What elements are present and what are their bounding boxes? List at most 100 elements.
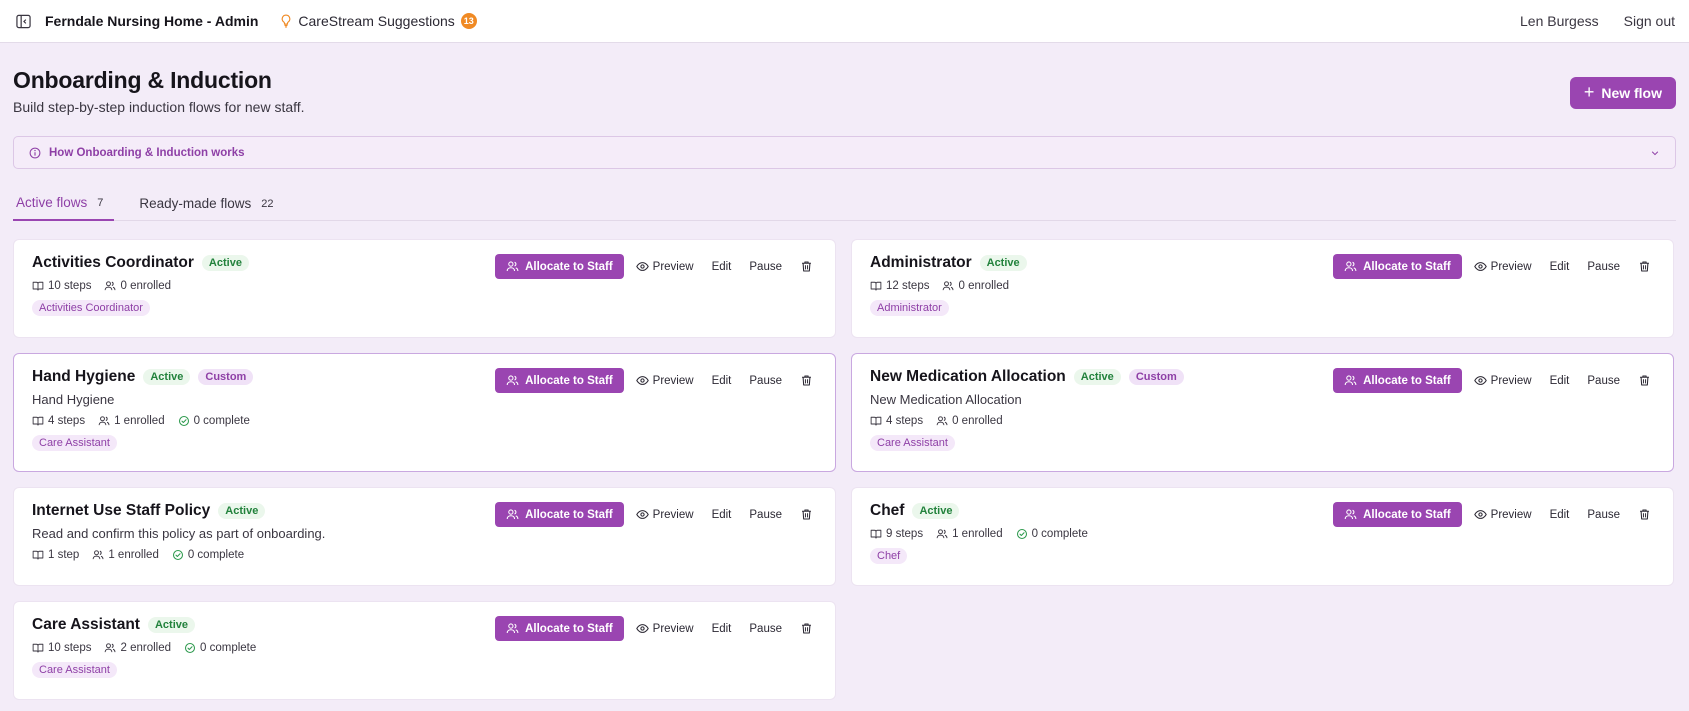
pause-button[interactable]: Pause: [1587, 375, 1620, 387]
edit-button[interactable]: Edit: [712, 375, 732, 387]
steps-count: 4 steps: [32, 415, 85, 427]
preview-button[interactable]: Preview: [1474, 508, 1532, 521]
book-icon: [870, 280, 882, 292]
sign-out-link[interactable]: Sign out: [1624, 13, 1675, 29]
user-name: Len Burgess: [1520, 13, 1599, 29]
edit-button[interactable]: Edit: [712, 509, 732, 521]
suggestions-count-badge: 13: [460, 13, 477, 29]
edit-button[interactable]: Edit: [712, 623, 732, 635]
pause-button[interactable]: Pause: [1587, 261, 1620, 273]
check-circle-icon: [172, 549, 184, 561]
users-icon: [1344, 260, 1357, 273]
steps-count: 12 steps: [870, 280, 929, 292]
custom-badge: Custom: [198, 369, 254, 385]
users-icon: [942, 280, 954, 292]
trash-icon[interactable]: [800, 622, 813, 635]
enrolled-count: 1 enrolled: [92, 549, 159, 561]
tab-label: Ready-made flows: [139, 196, 252, 211]
role-tag: Care Assistant: [32, 435, 117, 451]
allocate-to-staff-button[interactable]: Allocate to Staff: [1333, 254, 1462, 279]
enrolled-count: 0 enrolled: [936, 415, 1003, 427]
status-badge: Active: [201, 255, 249, 271]
users-icon: [104, 280, 116, 292]
tab-ready-made-flows[interactable]: Ready-made flows 22: [136, 186, 276, 221]
preview-button[interactable]: Preview: [1474, 374, 1532, 387]
steps-count: 10 steps: [32, 642, 91, 654]
users-icon: [506, 374, 519, 387]
status-badge: Active: [143, 369, 191, 385]
check-circle-icon: [1016, 528, 1028, 540]
carestream-suggestions-link[interactable]: CareStream Suggestions 13: [280, 13, 477, 29]
lightbulb-icon: [282, 14, 291, 28]
flow-card: Internet Use Staff Policy Active Read an…: [13, 487, 836, 586]
eye-icon: [1474, 374, 1487, 387]
info-icon: [29, 147, 41, 159]
allocate-to-staff-button[interactable]: Allocate to Staff: [1333, 502, 1462, 527]
trash-icon[interactable]: [1638, 374, 1651, 387]
sidebar-toggle-icon[interactable]: [15, 13, 31, 29]
flow-card: Chef Active 9 steps 1 enrolled 0 complet…: [851, 487, 1674, 586]
allocate-to-staff-button[interactable]: Allocate to Staff: [495, 254, 624, 279]
flow-description: New Medication Allocation: [870, 392, 1022, 407]
enrolled-count: 0 enrolled: [104, 280, 171, 292]
users-icon: [506, 622, 519, 635]
tab-active-flows[interactable]: Active flows 7: [13, 186, 115, 221]
new-flow-button[interactable]: + New flow: [1569, 77, 1676, 109]
trash-icon[interactable]: [800, 508, 813, 521]
how-it-works-accordion[interactable]: How Onboarding & Induction works: [13, 136, 1676, 169]
flow-title: Care Assistant: [32, 616, 140, 633]
role-tag: Activities Coordinator: [32, 300, 150, 316]
status-badge: Active: [979, 255, 1027, 271]
book-icon: [32, 642, 44, 654]
status-badge: Active: [1073, 369, 1121, 385]
allocate-to-staff-button[interactable]: Allocate to Staff: [495, 502, 624, 527]
steps-count: 4 steps: [870, 415, 923, 427]
pause-button[interactable]: Pause: [1587, 509, 1620, 521]
eye-icon: [636, 622, 649, 635]
app-title: Ferndale Nursing Home - Admin: [45, 13, 259, 29]
preview-button[interactable]: Preview: [1474, 260, 1532, 273]
book-icon: [32, 280, 44, 292]
edit-button[interactable]: Edit: [1550, 375, 1570, 387]
edit-button[interactable]: Edit: [712, 261, 732, 273]
check-circle-icon: [184, 642, 196, 654]
pause-button[interactable]: Pause: [749, 509, 782, 521]
preview-button[interactable]: Preview: [636, 260, 694, 273]
flow-card: Hand Hygiene Active Custom Hand Hygiene …: [13, 353, 836, 472]
flow-title: New Medication Allocation: [870, 368, 1066, 385]
flow-description: Hand Hygiene: [32, 392, 115, 407]
edit-button[interactable]: Edit: [1550, 509, 1570, 521]
allocate-to-staff-button[interactable]: Allocate to Staff: [1333, 368, 1462, 393]
status-badge: Active: [147, 617, 196, 633]
preview-button[interactable]: Preview: [636, 508, 694, 521]
complete-count: 0 complete: [178, 415, 250, 427]
users-icon: [506, 260, 519, 273]
preview-button[interactable]: Preview: [636, 622, 694, 635]
status-badge: Active: [912, 503, 960, 519]
eye-icon: [636, 508, 649, 521]
users-icon: [506, 508, 519, 521]
trash-icon[interactable]: [800, 374, 813, 387]
pause-button[interactable]: Pause: [749, 261, 782, 273]
allocate-to-staff-button[interactable]: Allocate to Staff: [495, 368, 624, 393]
trash-icon[interactable]: [800, 260, 813, 273]
enrolled-count: 2 enrolled: [104, 642, 171, 654]
trash-icon[interactable]: [1638, 260, 1651, 273]
flow-card: Care Assistant Active 10 steps 2 enrolle…: [13, 601, 836, 700]
users-icon: [1344, 374, 1357, 387]
top-bar: Ferndale Nursing Home - Admin CareStream…: [0, 0, 1689, 43]
preview-button[interactable]: Preview: [636, 374, 694, 387]
tab-label: Active flows: [16, 195, 88, 210]
allocate-to-staff-button[interactable]: Allocate to Staff: [495, 616, 624, 641]
users-icon: [1344, 508, 1357, 521]
role-tag: Care Assistant: [32, 662, 117, 678]
flow-description: Read and confirm this policy as part of …: [32, 526, 326, 541]
users-icon: [936, 528, 948, 540]
trash-icon[interactable]: [1638, 508, 1651, 521]
pause-button[interactable]: Pause: [749, 375, 782, 387]
flow-tabs: Active flows 7 Ready-made flows 22: [13, 186, 1676, 221]
pause-button[interactable]: Pause: [749, 623, 782, 635]
book-icon: [32, 549, 44, 561]
edit-button[interactable]: Edit: [1550, 261, 1570, 273]
role-tag: Care Assistant: [870, 435, 955, 451]
